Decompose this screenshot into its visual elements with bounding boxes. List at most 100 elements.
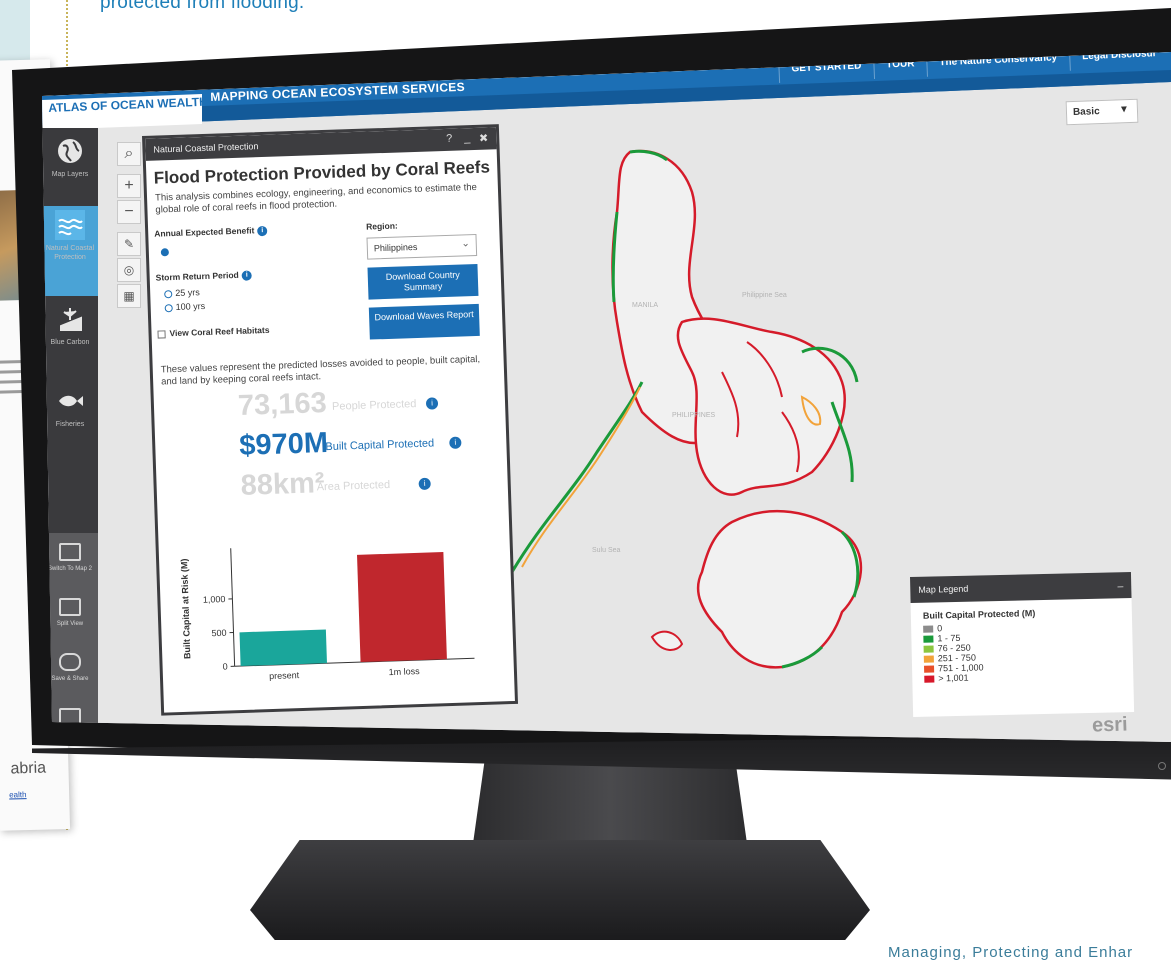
controls-row: Annual Expected Benefit i Storm Return Pe… [148, 213, 503, 365]
sidebar-label: Natural Coastal Protection [45, 245, 95, 261]
basemap-select[interactable]: Basic ▼ [1065, 98, 1139, 126]
mangrove-icon [60, 308, 82, 331]
annual-benefit-radio[interactable] [160, 248, 169, 257]
checkbox-icon [157, 330, 166, 339]
coral-habitat-checkbox[interactable]: View Coral Reef Habitats [157, 324, 270, 339]
y-axis-label: Built Capital at Risk (M) [179, 558, 192, 659]
built-capital-chart: 0 500 1,000 present 1m loss Built Capital at … [168, 525, 503, 706]
zoom-in-icon[interactable]: + [117, 174, 141, 198]
monitor-stand-base [250, 840, 870, 940]
globe-icon [58, 139, 82, 163]
locate-icon[interactable]: ◎ [117, 258, 141, 282]
switch-map-button[interactable]: Switch To Map 2 [42, 543, 98, 572]
sidebar-item-fisheries[interactable]: Fisheries [42, 386, 98, 446]
legend-swatch [924, 665, 935, 673]
waves-icon [55, 210, 85, 240]
small-island [650, 630, 684, 651]
legend-entries: 01 - 75 76 - 250 251 - 750 751 - 1,000 > 1,0… [911, 619, 1133, 684]
annual-benefit-label: Annual Expected Benefit i [154, 225, 268, 239]
region-label: Region: [365, 220, 398, 232]
legend-label: 1 - 75 [937, 632, 961, 644]
photo-stage: protected from flooding. abria ealth Phi… [0, 0, 1171, 969]
y-tick-label: 0 [222, 661, 227, 671]
stat-caption: Built Capital Protected [325, 437, 435, 454]
zoom-out-icon[interactable]: − [117, 200, 141, 224]
palawan-coast [510, 381, 644, 573]
download-country-button[interactable]: Download Country Summary [367, 263, 479, 300]
tool-label: Save & Share [51, 676, 89, 682]
x-tick-label: 1m loss [388, 666, 420, 677]
chart-bar [357, 552, 447, 663]
map-label: PHILIPPINES [672, 412, 716, 419]
storm-option-label: 25 yrs [175, 287, 200, 298]
stat-value: 88km² [240, 467, 325, 502]
esri-logo: esri [1091, 713, 1128, 737]
draw-icon[interactable]: ✎ [117, 232, 141, 256]
legend-swatch [924, 675, 935, 683]
monitor: Philippine Sea PHILIPPINES Sulu Sea MANI… [0, 0, 1171, 969]
split-view-icon [59, 598, 81, 616]
legend-title: Built Capital Protected (M) [922, 608, 1036, 621]
info-icon[interactable]: i [425, 397, 439, 410]
download-waves-button[interactable]: Download Waves Report [368, 303, 480, 340]
radio-icon [164, 303, 173, 312]
bar-chart: 0 500 1,000 present 1m loss Built Capital at … [179, 548, 475, 681]
info-icon[interactable]: i [257, 225, 268, 236]
minimize-icon[interactable]: _ [464, 132, 471, 144]
info-icon[interactable]: i [241, 270, 252, 281]
coastal-protection-panel: Natural Coastal Protection ? _ ✖ Flood P… [142, 124, 519, 716]
help-icon[interactable]: ? [446, 133, 453, 145]
minimize-icon[interactable]: _ [1117, 577, 1123, 588]
region-select[interactable]: Philippines ⌄ [366, 233, 478, 260]
y-tick-label: 1,000 [203, 594, 226, 605]
info-icon[interactable]: i [418, 477, 431, 491]
sidebar-item-blue-carbon[interactable]: Blue Carbon [42, 304, 98, 374]
legend-swatch [923, 655, 934, 663]
tool-label: Split View [56, 621, 84, 627]
storm-option-25[interactable]: 25 yrs [164, 287, 200, 298]
storm-return-label: Storm Return Period i [156, 269, 252, 283]
map-tools: ⌕ + − ✎ ◎ ▦ [117, 142, 143, 342]
mindanao-island [696, 509, 863, 669]
legend-swatch [923, 625, 934, 633]
x-tick-label: present [269, 670, 300, 681]
caret-down-icon: ▼ [1118, 104, 1130, 116]
map-label: Sulu Sea [592, 547, 621, 554]
checkbox-label: View Coral Reef Habitats [169, 324, 270, 339]
legend-label: 0 [937, 623, 943, 634]
storm-option-100[interactable]: 100 yrs [164, 301, 206, 312]
stat-caption: Area Protected [316, 478, 391, 494]
sidebar-item-map-layers[interactable]: Map Layers [42, 136, 98, 202]
y-tick-label: 500 [211, 628, 226, 638]
radio-icon [164, 289, 173, 298]
map-label: Philippine Sea [742, 292, 787, 299]
chevron-down-icon: ⌄ [461, 238, 470, 250]
chat-icon [59, 653, 81, 671]
stat-value: 73,163 [237, 387, 328, 422]
app-screen: Philippine Sea PHILIPPINES Sulu Sea MANI… [42, 52, 1171, 742]
sidebar-label: Map Layers [51, 171, 89, 178]
sidebar-label: Fisheries [55, 421, 85, 428]
sidebar-item-coastal-protection[interactable]: Natural Coastal Protection [42, 206, 98, 296]
legend-swatch [923, 635, 934, 643]
legend-swatch [923, 645, 934, 653]
grid-icon[interactable]: ▦ [117, 284, 141, 308]
annual-benefit-text: Annual Expected Benefit [154, 225, 255, 239]
map-legend: Map Legend _ Built Capital Protected (M)… [910, 571, 1135, 717]
basemap-value: Basic [1072, 106, 1100, 119]
legend-label: 751 - 1,000 [937, 662, 984, 674]
close-icon[interactable]: ✖ [479, 132, 489, 145]
storm-option-label: 100 yrs [175, 301, 206, 312]
legend-header-title: Map Legend [918, 583, 969, 595]
panel-header-title: Natural Coastal Protection [153, 141, 259, 155]
info-icon[interactable]: i [449, 436, 462, 449]
fish-icon [59, 395, 83, 407]
y-axis [230, 548, 236, 667]
search-icon[interactable]: ⌕ [117, 142, 141, 166]
region-value: Philippines [373, 241, 418, 254]
map-two-icon [59, 543, 81, 561]
stat-caption: People Protected [331, 398, 417, 413]
chart-bar [239, 629, 327, 667]
footer-text: Managing, Protecting and Enhar [888, 944, 1134, 961]
tool-label: Switch To Map 2 [48, 566, 92, 572]
